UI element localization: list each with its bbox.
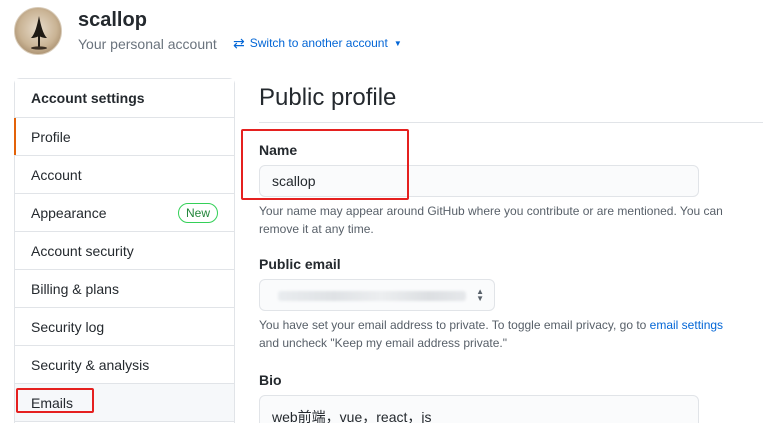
sidebar-item-label: Security & analysis bbox=[31, 356, 150, 373]
email-help-prefix: You have set your email address to priva… bbox=[259, 318, 650, 332]
sidebar-item-appearance[interactable]: Appearance New bbox=[15, 194, 234, 232]
avatar-image bbox=[31, 16, 47, 50]
sidebar-item-security-log[interactable]: Security log bbox=[15, 308, 234, 346]
blurred-email-value bbox=[278, 291, 466, 301]
account-header: scallop Your personal account ⇄ Switch t… bbox=[0, 0, 763, 62]
public-email-label: Public email bbox=[259, 256, 341, 272]
email-help-suffix: and uncheck "Keep my email address priva… bbox=[259, 336, 507, 350]
sidebar-item-emails[interactable]: Emails bbox=[15, 384, 234, 422]
sidebar-item-label: Security log bbox=[31, 318, 105, 335]
sidebar-item-label: Account security bbox=[31, 242, 134, 259]
sidebar-item-account[interactable]: Account bbox=[15, 156, 234, 194]
settings-sidebar: Account settings Profile Account Appeara… bbox=[14, 78, 235, 423]
title-divider bbox=[259, 122, 763, 123]
name-input[interactable]: scallop bbox=[259, 165, 699, 197]
sidebar-item-label: Emails bbox=[31, 394, 74, 411]
new-badge: New bbox=[177, 202, 218, 223]
sidebar-item-label: Account bbox=[31, 166, 82, 183]
bio-label: Bio bbox=[259, 372, 282, 388]
sidebar-item-label: Appearance bbox=[31, 204, 107, 221]
email-help-text: You have set your email address to priva… bbox=[259, 316, 739, 352]
page-title: Public profile bbox=[259, 84, 397, 111]
switch-account-link[interactable]: ⇄ Switch to another account ▼ bbox=[233, 36, 402, 50]
sidebar-item-account-security[interactable]: Account security bbox=[15, 232, 234, 270]
triangle-down-icon: ▼ bbox=[393, 38, 402, 48]
bio-textarea-value: web前端，vue，react，js bbox=[272, 409, 432, 423]
switch-account-label: Switch to another account bbox=[249, 36, 388, 50]
name-help-text: Your name may appear around GitHub where… bbox=[259, 204, 723, 236]
name-label: Name bbox=[259, 142, 298, 158]
public-email-select[interactable]: ▲ ▼ bbox=[259, 279, 495, 311]
sidebar-item-profile[interactable]: Profile bbox=[14, 118, 234, 156]
account-type-label: Your personal account bbox=[78, 36, 217, 52]
sidebar-item-label: Billing & plans bbox=[31, 280, 119, 297]
name-input-value: scallop bbox=[272, 173, 316, 189]
sidebar-item-security-analysis[interactable]: Security & analysis bbox=[15, 346, 234, 384]
avatar[interactable] bbox=[14, 7, 62, 55]
account-username: scallop bbox=[78, 9, 147, 31]
sidebar-item-billing[interactable]: Billing & plans bbox=[15, 270, 234, 308]
sidebar-heading: Account settings bbox=[15, 79, 234, 118]
sidebar-item-label: Profile bbox=[31, 128, 71, 145]
email-settings-link[interactable]: email settings bbox=[650, 318, 723, 332]
select-arrows-icon: ▲ ▼ bbox=[476, 287, 484, 303]
bio-textarea[interactable]: web前端，vue，react，js bbox=[259, 395, 699, 423]
arrow-switch-icon: ⇄ bbox=[233, 35, 245, 51]
